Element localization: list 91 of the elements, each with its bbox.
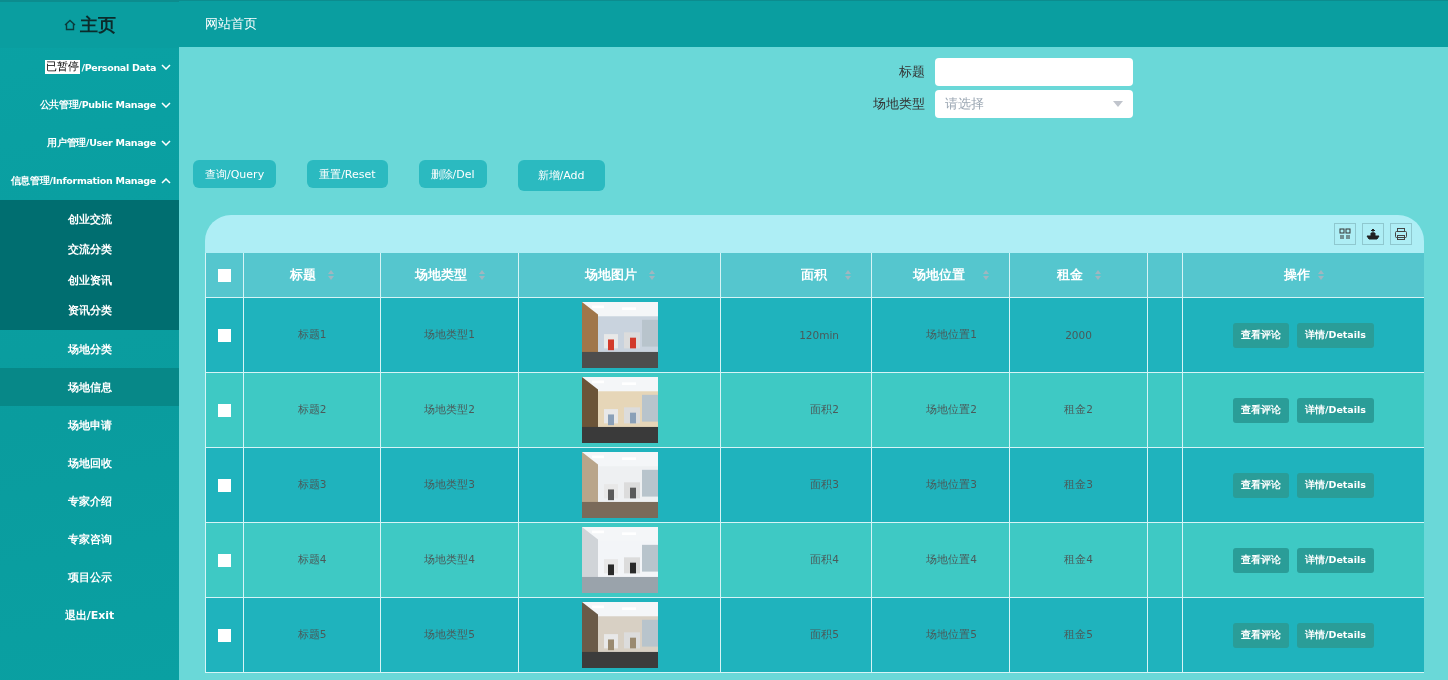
table-cell: 租金3 bbox=[1064, 478, 1093, 492]
grid-icon[interactable] bbox=[1334, 223, 1356, 245]
menu-item[interactable]: 场地信息 bbox=[0, 368, 179, 406]
row-button[interactable]: 详情/Details bbox=[1297, 472, 1374, 498]
home-icon bbox=[63, 19, 76, 31]
column-header[interactable]: 标题 bbox=[290, 266, 316, 284]
chevron-icon bbox=[161, 102, 171, 108]
table-cell: 场地类型5 bbox=[424, 628, 475, 642]
sort-icon[interactable] bbox=[983, 270, 989, 280]
table-cell: 标题4 bbox=[297, 553, 327, 567]
home-link[interactable]: 网站首页 bbox=[205, 15, 257, 33]
row-button[interactable]: 查看评论 bbox=[1233, 547, 1290, 573]
row-button[interactable]: 查看评论 bbox=[1233, 397, 1290, 423]
submenu-item[interactable]: 资讯分类 bbox=[0, 295, 179, 326]
menu-item[interactable]: 场地申请 bbox=[0, 406, 179, 444]
brand-title[interactable]: 主页 bbox=[79, 13, 116, 37]
row-checkbox[interactable] bbox=[218, 553, 231, 567]
table-cell: 租金5 bbox=[1064, 628, 1093, 642]
chevron-icon bbox=[161, 64, 171, 70]
action-button[interactable]: 重置/Reset bbox=[307, 160, 388, 188]
paused-overlay: 已暂停 bbox=[45, 60, 81, 74]
menu-item[interactable]: 专家咨询 bbox=[0, 520, 179, 558]
menu-group[interactable]: 用户管理/User Manage bbox=[0, 124, 179, 162]
table-cell: 标题5 bbox=[297, 628, 327, 642]
table-cell: 2000 bbox=[1065, 329, 1092, 341]
row-checkbox[interactable] bbox=[218, 628, 231, 642]
action-button[interactable]: 新增/Add bbox=[517, 160, 605, 191]
table-cell: 场地位置3 bbox=[926, 478, 977, 492]
table-cell: 场地类型1 bbox=[424, 328, 475, 342]
table-cell: 场地类型2 bbox=[424, 403, 475, 417]
row-button[interactable]: 查看评论 bbox=[1233, 322, 1290, 348]
menu-group[interactable]: 公共管理/Public Manage bbox=[0, 86, 179, 124]
column-header[interactable]: 场地图片 bbox=[584, 266, 637, 284]
table-cell: 面积3 bbox=[810, 478, 839, 492]
table-cell: 租金2 bbox=[1064, 403, 1093, 417]
row-checkbox[interactable] bbox=[218, 478, 231, 492]
chevron-icon bbox=[161, 140, 171, 146]
menu-item[interactable]: 场地回收 bbox=[0, 444, 179, 482]
row-button[interactable]: 查看评论 bbox=[1233, 472, 1290, 498]
column-header[interactable]: 场地类型 bbox=[414, 266, 467, 284]
sort-icon[interactable] bbox=[648, 270, 655, 280]
sort-icon[interactable] bbox=[1317, 270, 1324, 280]
type-select-field[interactable]: 请选择 bbox=[934, 90, 1133, 118]
row-button[interactable]: 详情/Details bbox=[1297, 547, 1374, 573]
table-cell: 场地位置1 bbox=[926, 328, 977, 342]
table-cell: 面积5 bbox=[810, 628, 839, 642]
chevron-icon bbox=[161, 178, 171, 184]
sort-icon[interactable] bbox=[1094, 270, 1101, 280]
export-icon[interactable] bbox=[1362, 223, 1384, 245]
table-cell: 场地位置2 bbox=[926, 403, 977, 417]
row-checkbox[interactable] bbox=[218, 328, 231, 342]
sort-icon[interactable] bbox=[328, 270, 334, 280]
row-button[interactable]: 查看评论 bbox=[1233, 622, 1290, 648]
table-cell: 场地位置4 bbox=[926, 553, 977, 567]
table-cell: 场地类型4 bbox=[424, 553, 475, 567]
column-header[interactable]: 面积 bbox=[801, 266, 827, 284]
row-checkbox[interactable] bbox=[218, 403, 231, 417]
menu-group[interactable]: 已暂停 /Personal Data bbox=[0, 48, 179, 86]
menu-item[interactable]: 场地分类 bbox=[0, 330, 179, 368]
select-all-checkbox[interactable] bbox=[218, 268, 231, 282]
menu-item[interactable]: 项目公示 bbox=[0, 558, 179, 596]
table-cell: 面积4 bbox=[810, 553, 839, 567]
row-button[interactable]: 详情/Details bbox=[1297, 622, 1374, 648]
sort-icon[interactable] bbox=[845, 270, 851, 280]
submenu-item[interactable]: 创业交流 bbox=[0, 204, 179, 235]
action-button[interactable]: 查询/Query bbox=[193, 160, 277, 188]
print-icon[interactable] bbox=[1390, 223, 1412, 245]
menu-group[interactable]: 信息管理/Information Manage bbox=[0, 162, 179, 200]
table-cell: 场地位置5 bbox=[926, 628, 977, 642]
field-label: 标题 bbox=[897, 63, 925, 81]
column-header[interactable]: 租金 bbox=[1056, 266, 1083, 284]
table-cell: 面积2 bbox=[810, 403, 839, 417]
menu-item[interactable]: 退出/Exit bbox=[0, 596, 179, 634]
column-header[interactable]: 操作 bbox=[1283, 266, 1310, 284]
submenu-item[interactable]: 创业资讯 bbox=[0, 265, 179, 296]
field-label: 场地类型 bbox=[871, 95, 925, 113]
action-button[interactable]: 删除/Del bbox=[418, 160, 487, 188]
column-header[interactable]: 场地位置 bbox=[913, 266, 965, 284]
title-input-field[interactable] bbox=[934, 58, 1133, 86]
submenu-item[interactable]: 交流分类 bbox=[0, 234, 179, 265]
sort-icon[interactable] bbox=[478, 270, 485, 280]
table-cell: 租金4 bbox=[1064, 553, 1093, 567]
row-button[interactable]: 详情/Details bbox=[1297, 322, 1374, 348]
menu-item[interactable]: 专家介绍 bbox=[0, 482, 179, 520]
caret-icon[interactable] bbox=[1112, 101, 1123, 107]
table-cell: 标题1 bbox=[297, 328, 327, 342]
table-cell: 标题3 bbox=[297, 478, 327, 492]
table-cell: 标题2 bbox=[297, 403, 327, 417]
row-button[interactable]: 详情/Details bbox=[1297, 397, 1374, 423]
table-cell: 120min bbox=[799, 329, 839, 341]
table-cell: 场地类型3 bbox=[424, 478, 475, 492]
